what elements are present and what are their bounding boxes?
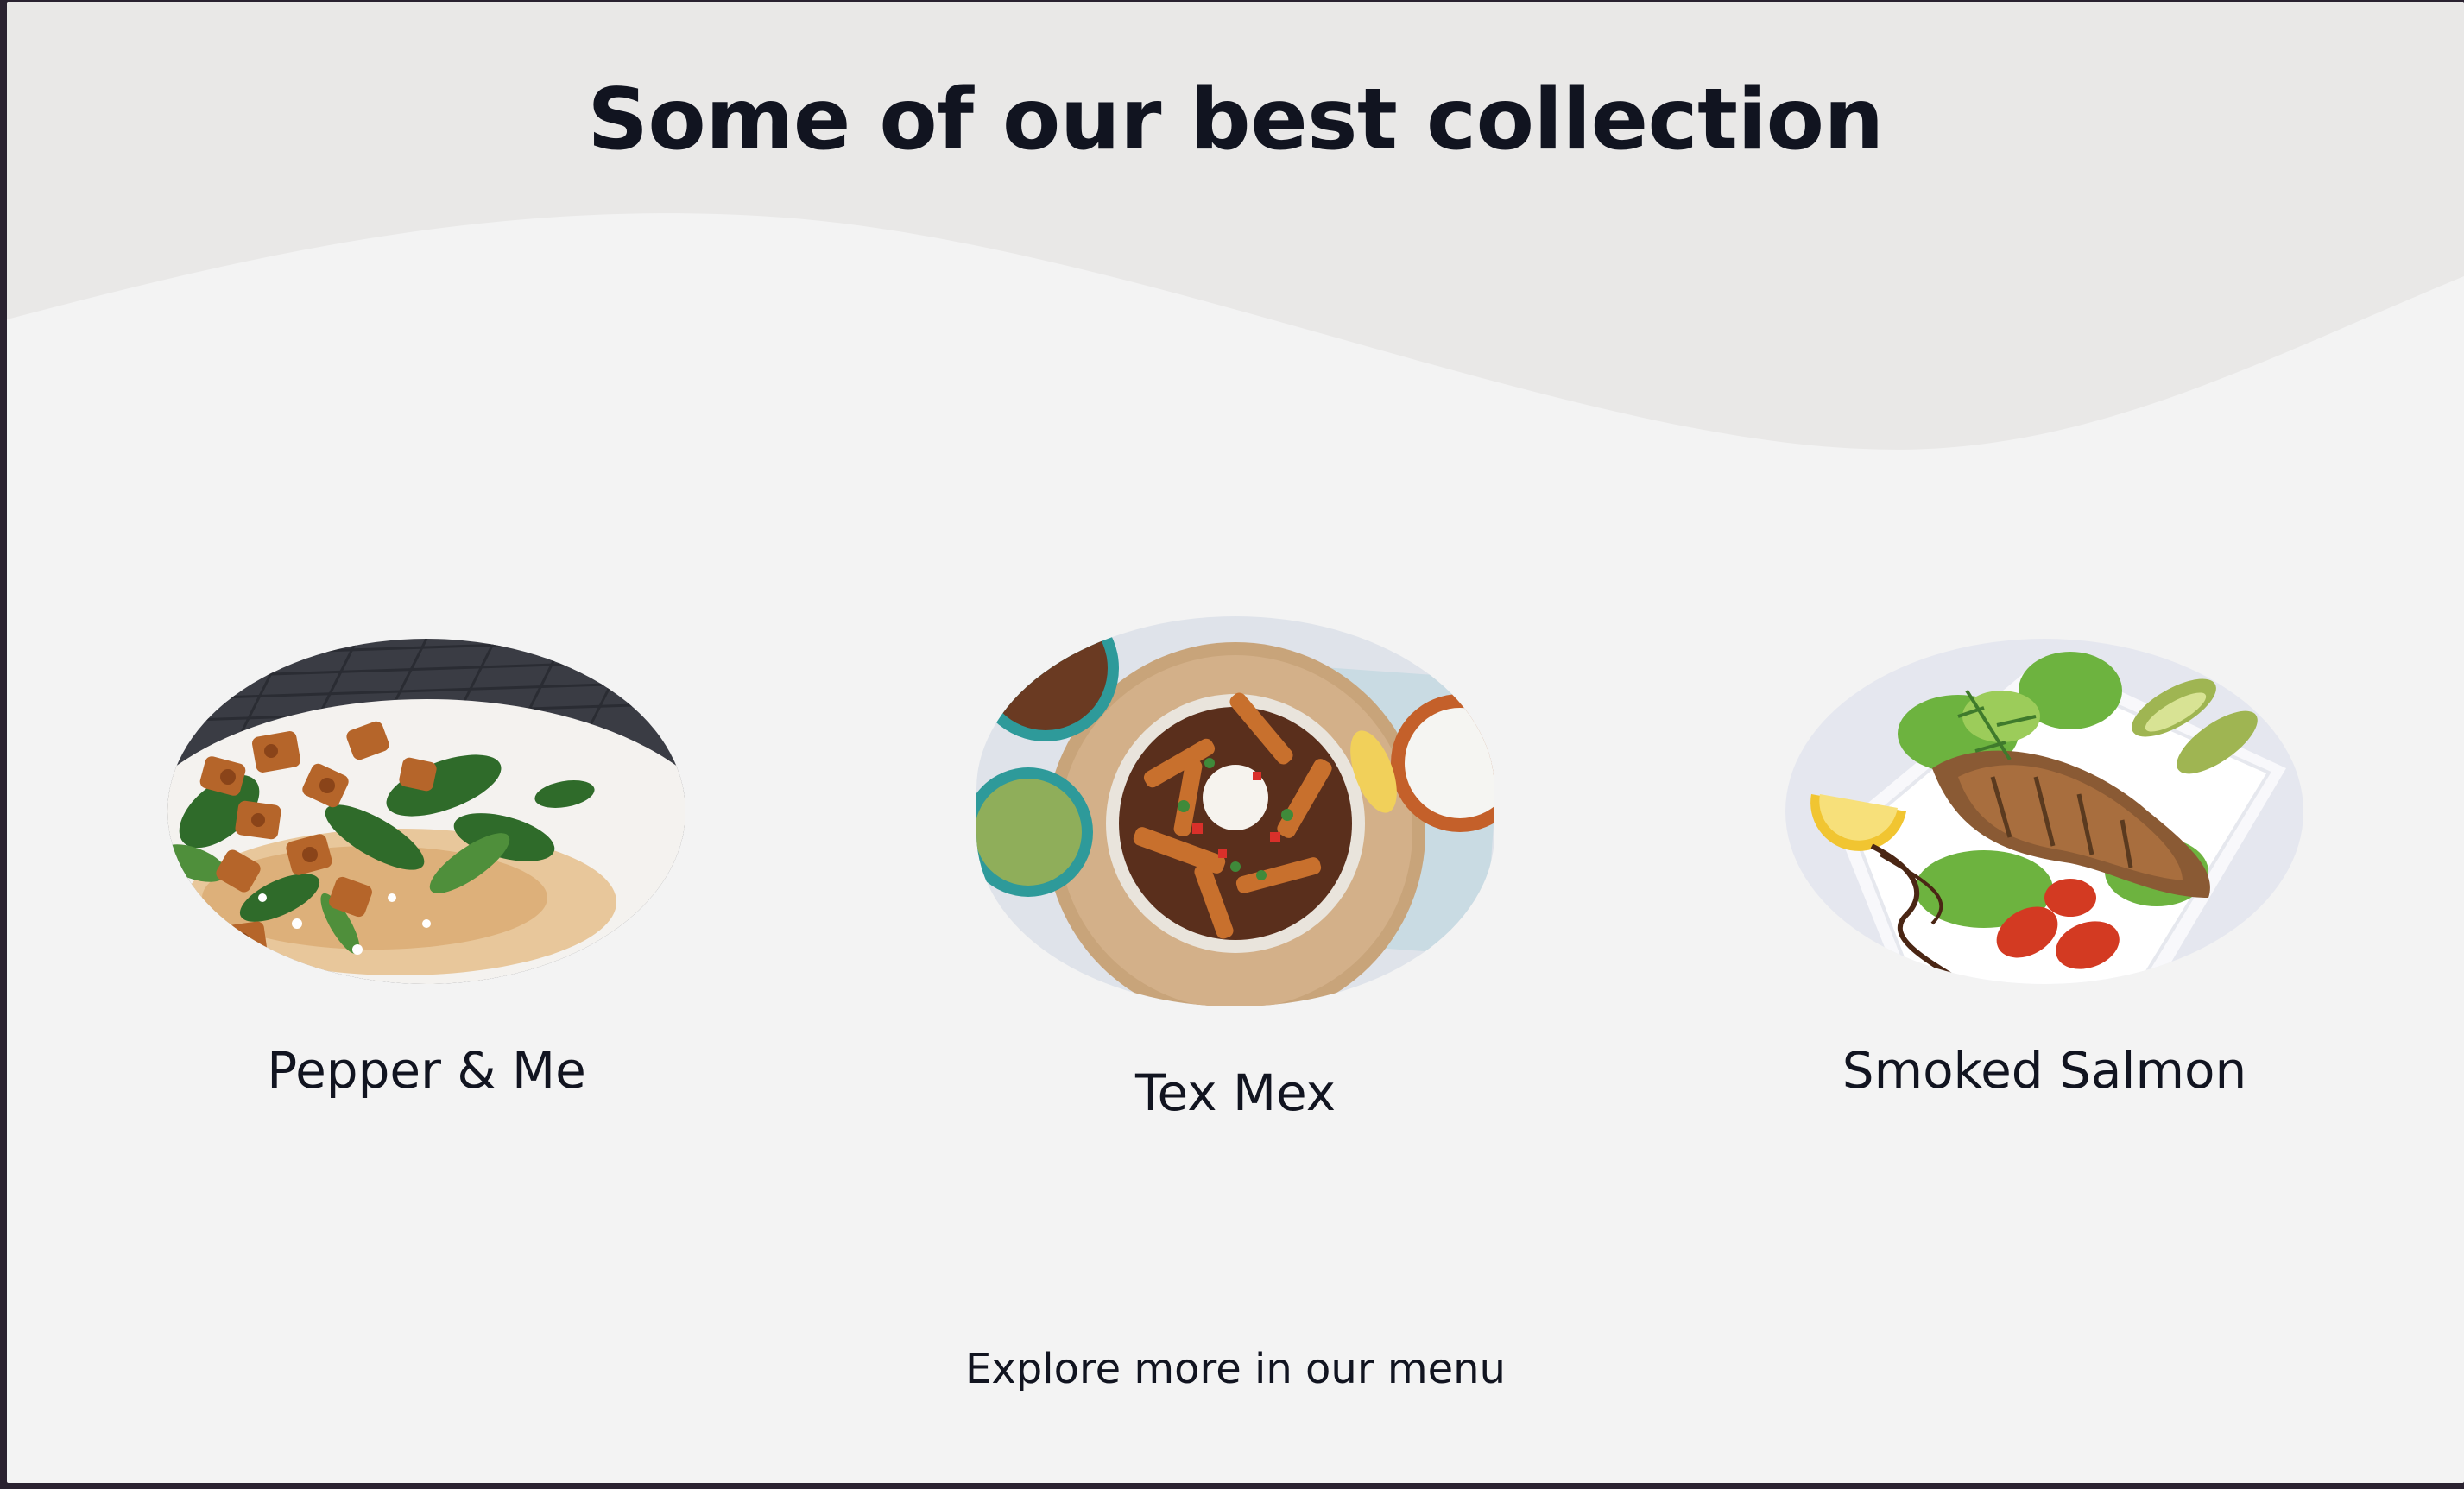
dish-name: Tex Mex — [1134, 1063, 1336, 1122]
section-title: Some of our best collection — [587, 71, 1884, 169]
tex-mex-fries-photo-icon — [976, 616, 1494, 1006]
dish-image-tex-mex[interactable] — [976, 616, 1494, 1006]
dish-image-pepper-and-me[interactable] — [167, 639, 685, 984]
dish-name: Smoked Salmon — [1842, 1041, 2247, 1100]
collection-section: Some of our best collection Pepper & Me … — [7, 2, 2464, 1483]
dish-image-smoked-salmon[interactable] — [1785, 639, 2303, 984]
smoked-salmon-photo-icon — [1785, 639, 2303, 984]
dish-name: Pepper & Me — [267, 1041, 586, 1100]
chicken-salad-photo-icon — [167, 639, 685, 984]
explore-menu-link[interactable]: Explore more in our menu — [7, 1345, 2464, 1393]
